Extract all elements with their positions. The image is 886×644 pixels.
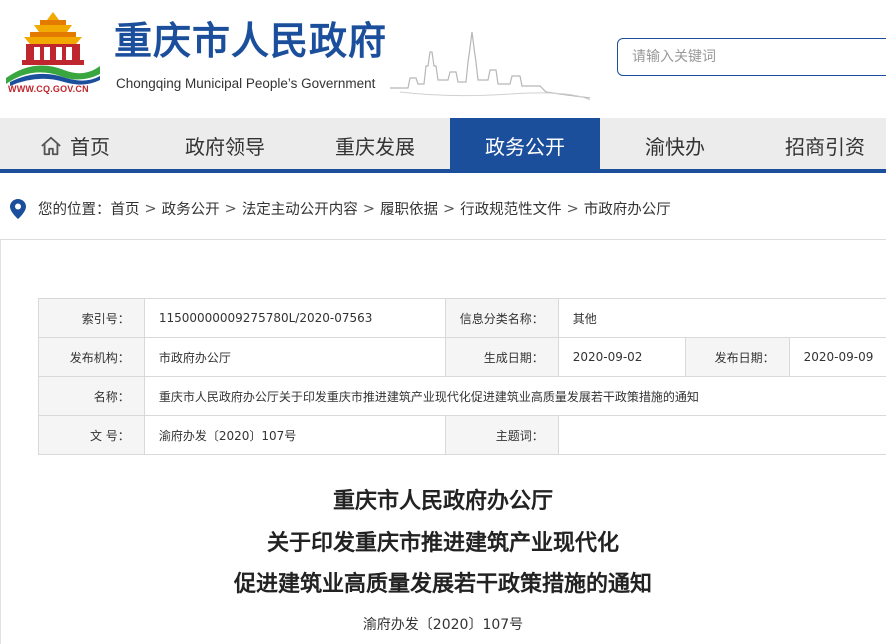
document-info-table: 索引号： 11500000009275780L/2020-07563 信息分类名… xyxy=(38,298,886,455)
government-emblem-icon[interactable] xyxy=(4,8,102,86)
table-row: 索引号： 11500000009275780L/2020-07563 信息分类名… xyxy=(38,298,886,338)
subject-label: 主题词： xyxy=(444,415,559,455)
nav-item-home[interactable]: 首页 xyxy=(0,118,150,173)
breadcrumb-statutory-content[interactable]: 法定主动公开内容 xyxy=(242,198,358,219)
nav-item-leaders[interactable]: 政府领导 xyxy=(150,118,300,173)
name-label: 名称： xyxy=(38,376,145,416)
breadcrumb: 您的位置： 首页 > 政务公开 > 法定主动公开内容 > 履职依据 > 行政规范… xyxy=(0,178,886,240)
breadcrumb-prefix: 您的位置： xyxy=(38,202,111,218)
created-date-value: 2020-09-02 xyxy=(557,337,686,377)
category-label: 信息分类名称： xyxy=(444,298,559,338)
site-url: WWW.CQ.GOV.CN xyxy=(8,84,89,94)
site-title[interactable]: 重庆市人民政府 xyxy=(114,22,387,60)
breadcrumb-separator: > xyxy=(224,200,237,217)
nav-item-investment[interactable]: 招商引资 xyxy=(750,118,886,173)
breadcrumb-separator: > xyxy=(566,200,579,217)
breadcrumb-general-office[interactable]: 市政府办公厅 xyxy=(584,198,671,219)
published-date-label: 发布日期： xyxy=(684,337,790,377)
breadcrumb-separator: > xyxy=(144,200,157,217)
site-header: WWW.CQ.GOV.CN 重庆市人民政府 Chongqing Municipa… xyxy=(0,0,886,118)
search-input[interactable] xyxy=(617,38,886,76)
nav-item-label: 渝快办 xyxy=(645,135,705,159)
nav-item-label: 招商引资 xyxy=(785,135,865,159)
name-value: 重庆市人民政府办公厅关于印发重庆市推进建筑产业现代化促进建筑业高质量发展若干政策… xyxy=(143,376,886,416)
nav-item-label: 重庆发展 xyxy=(335,135,415,159)
nav-item-yukuaiban[interactable]: 渝快办 xyxy=(600,118,750,173)
document-title-line-3: 促进建筑业高质量发展若干政策措施的通知 xyxy=(233,571,652,597)
nav-item-government-affairs[interactable]: 政务公开 xyxy=(450,118,600,173)
breadcrumb-separator: > xyxy=(442,200,456,217)
issuer-label: 发布机构： xyxy=(38,337,145,377)
document-title-line-2: 关于印发重庆市推进建筑产业现代化 xyxy=(266,530,619,556)
table-row: 发布机构： 市政府办公厅 生成日期： 2020-09-02 发布日期： 2020… xyxy=(38,337,886,377)
breadcrumb-separator: > xyxy=(362,200,375,217)
nav-item-label: 政府领导 xyxy=(185,135,265,159)
index-value: 11500000009275780L/2020-07563 xyxy=(143,298,446,338)
table-row: 名称： 重庆市人民政府办公厅关于印发重庆市推进建筑产业现代化促进建筑业高质量发展… xyxy=(38,376,886,416)
issuer-value: 市政府办公厅 xyxy=(143,337,446,377)
breadcrumb-duty-basis[interactable]: 履职依据 xyxy=(380,198,438,219)
document-title-line-1: 重庆市人民政府办公厅 xyxy=(332,488,553,514)
document-number-label: 文 号： xyxy=(38,415,145,455)
document-number-value: 渝府办发〔2020〕107号 xyxy=(143,415,446,455)
nav-item-label: 政务公开 xyxy=(485,135,565,159)
breadcrumb-home[interactable]: 首页 xyxy=(111,198,140,219)
table-row: 文 号： 渝府办发〔2020〕107号 主题词： xyxy=(38,415,886,455)
breadcrumb-normative-documents[interactable]: 行政规范性文件 xyxy=(460,198,562,219)
category-value: 其他 xyxy=(557,298,886,338)
published-date-value: 2020-09-09 xyxy=(788,337,886,377)
created-date-label: 生成日期： xyxy=(444,337,559,377)
subject-value xyxy=(557,415,886,455)
nav-item-label: 首页 xyxy=(70,135,110,159)
nav-item-development[interactable]: 重庆发展 xyxy=(300,118,450,173)
main-nav: 首页 政府领导 重庆发展 政务公开 渝快办 招商引资 xyxy=(0,118,886,173)
home-icon xyxy=(41,136,61,155)
city-skyline-icon xyxy=(390,31,590,101)
breadcrumb-government-affairs[interactable]: 政务公开 xyxy=(162,198,220,219)
index-label: 索引号： xyxy=(38,298,145,338)
location-pin-icon xyxy=(10,198,26,219)
site-subtitle: Chongqing Municipal People’s Government xyxy=(116,76,376,91)
document-number: 渝府办发〔2020〕107号 xyxy=(362,617,524,633)
